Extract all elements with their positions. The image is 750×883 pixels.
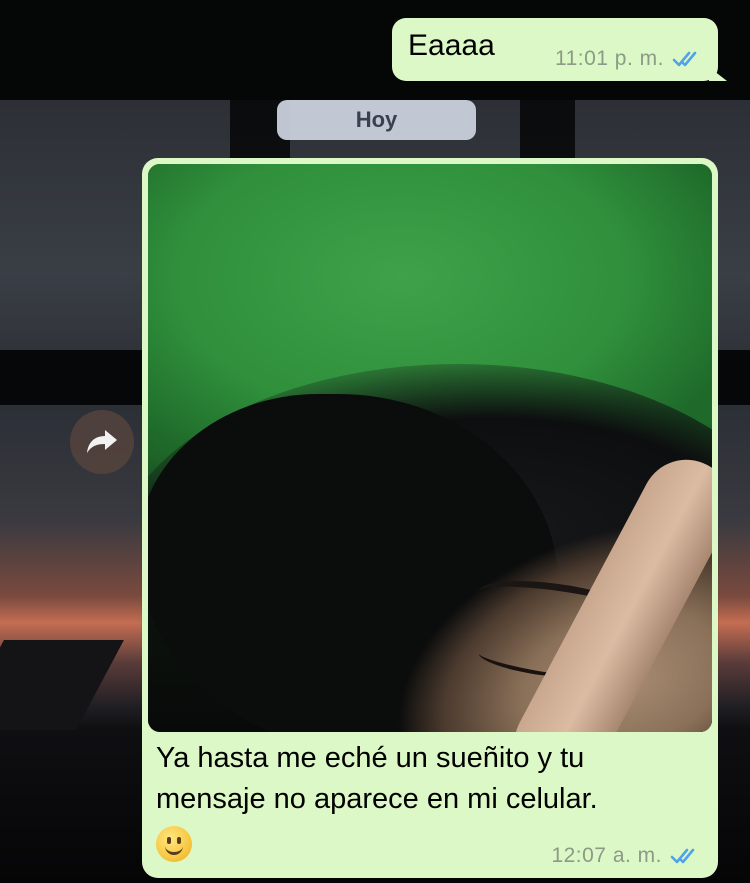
double-check-read-icon bbox=[672, 51, 697, 67]
outgoing-image-message-bubble[interactable]: Ya hasta me eché un sueñito y tu mensaje… bbox=[142, 158, 718, 878]
slightly-smiling-face-emoji-icon bbox=[156, 826, 192, 863]
double-check-read-icon bbox=[670, 848, 695, 864]
forward-button[interactable] bbox=[70, 410, 134, 474]
forward-arrow-icon bbox=[87, 430, 117, 453]
date-divider-label: Hoy bbox=[355, 107, 398, 132]
message-text: Eaaaa bbox=[408, 29, 495, 62]
message-time: 12:07 a. m. bbox=[551, 844, 662, 867]
message-time: 11:01 p. m. bbox=[554, 47, 664, 70]
bubble-tail bbox=[709, 67, 727, 81]
caption-line: Ya hasta me eché un sueñito y tu bbox=[156, 742, 585, 774]
date-divider: Hoy bbox=[277, 100, 476, 140]
outgoing-message-bubble[interactable]: Eaaaa 11:01 p. m. bbox=[392, 18, 727, 81]
caption-line: mensaje no aparece en mi celular. bbox=[156, 783, 598, 815]
message-meta: 11:01 p. m. bbox=[555, 47, 702, 71]
message-meta: 12:07 a. m. bbox=[551, 844, 700, 868]
message-photo[interactable] bbox=[148, 164, 712, 732]
